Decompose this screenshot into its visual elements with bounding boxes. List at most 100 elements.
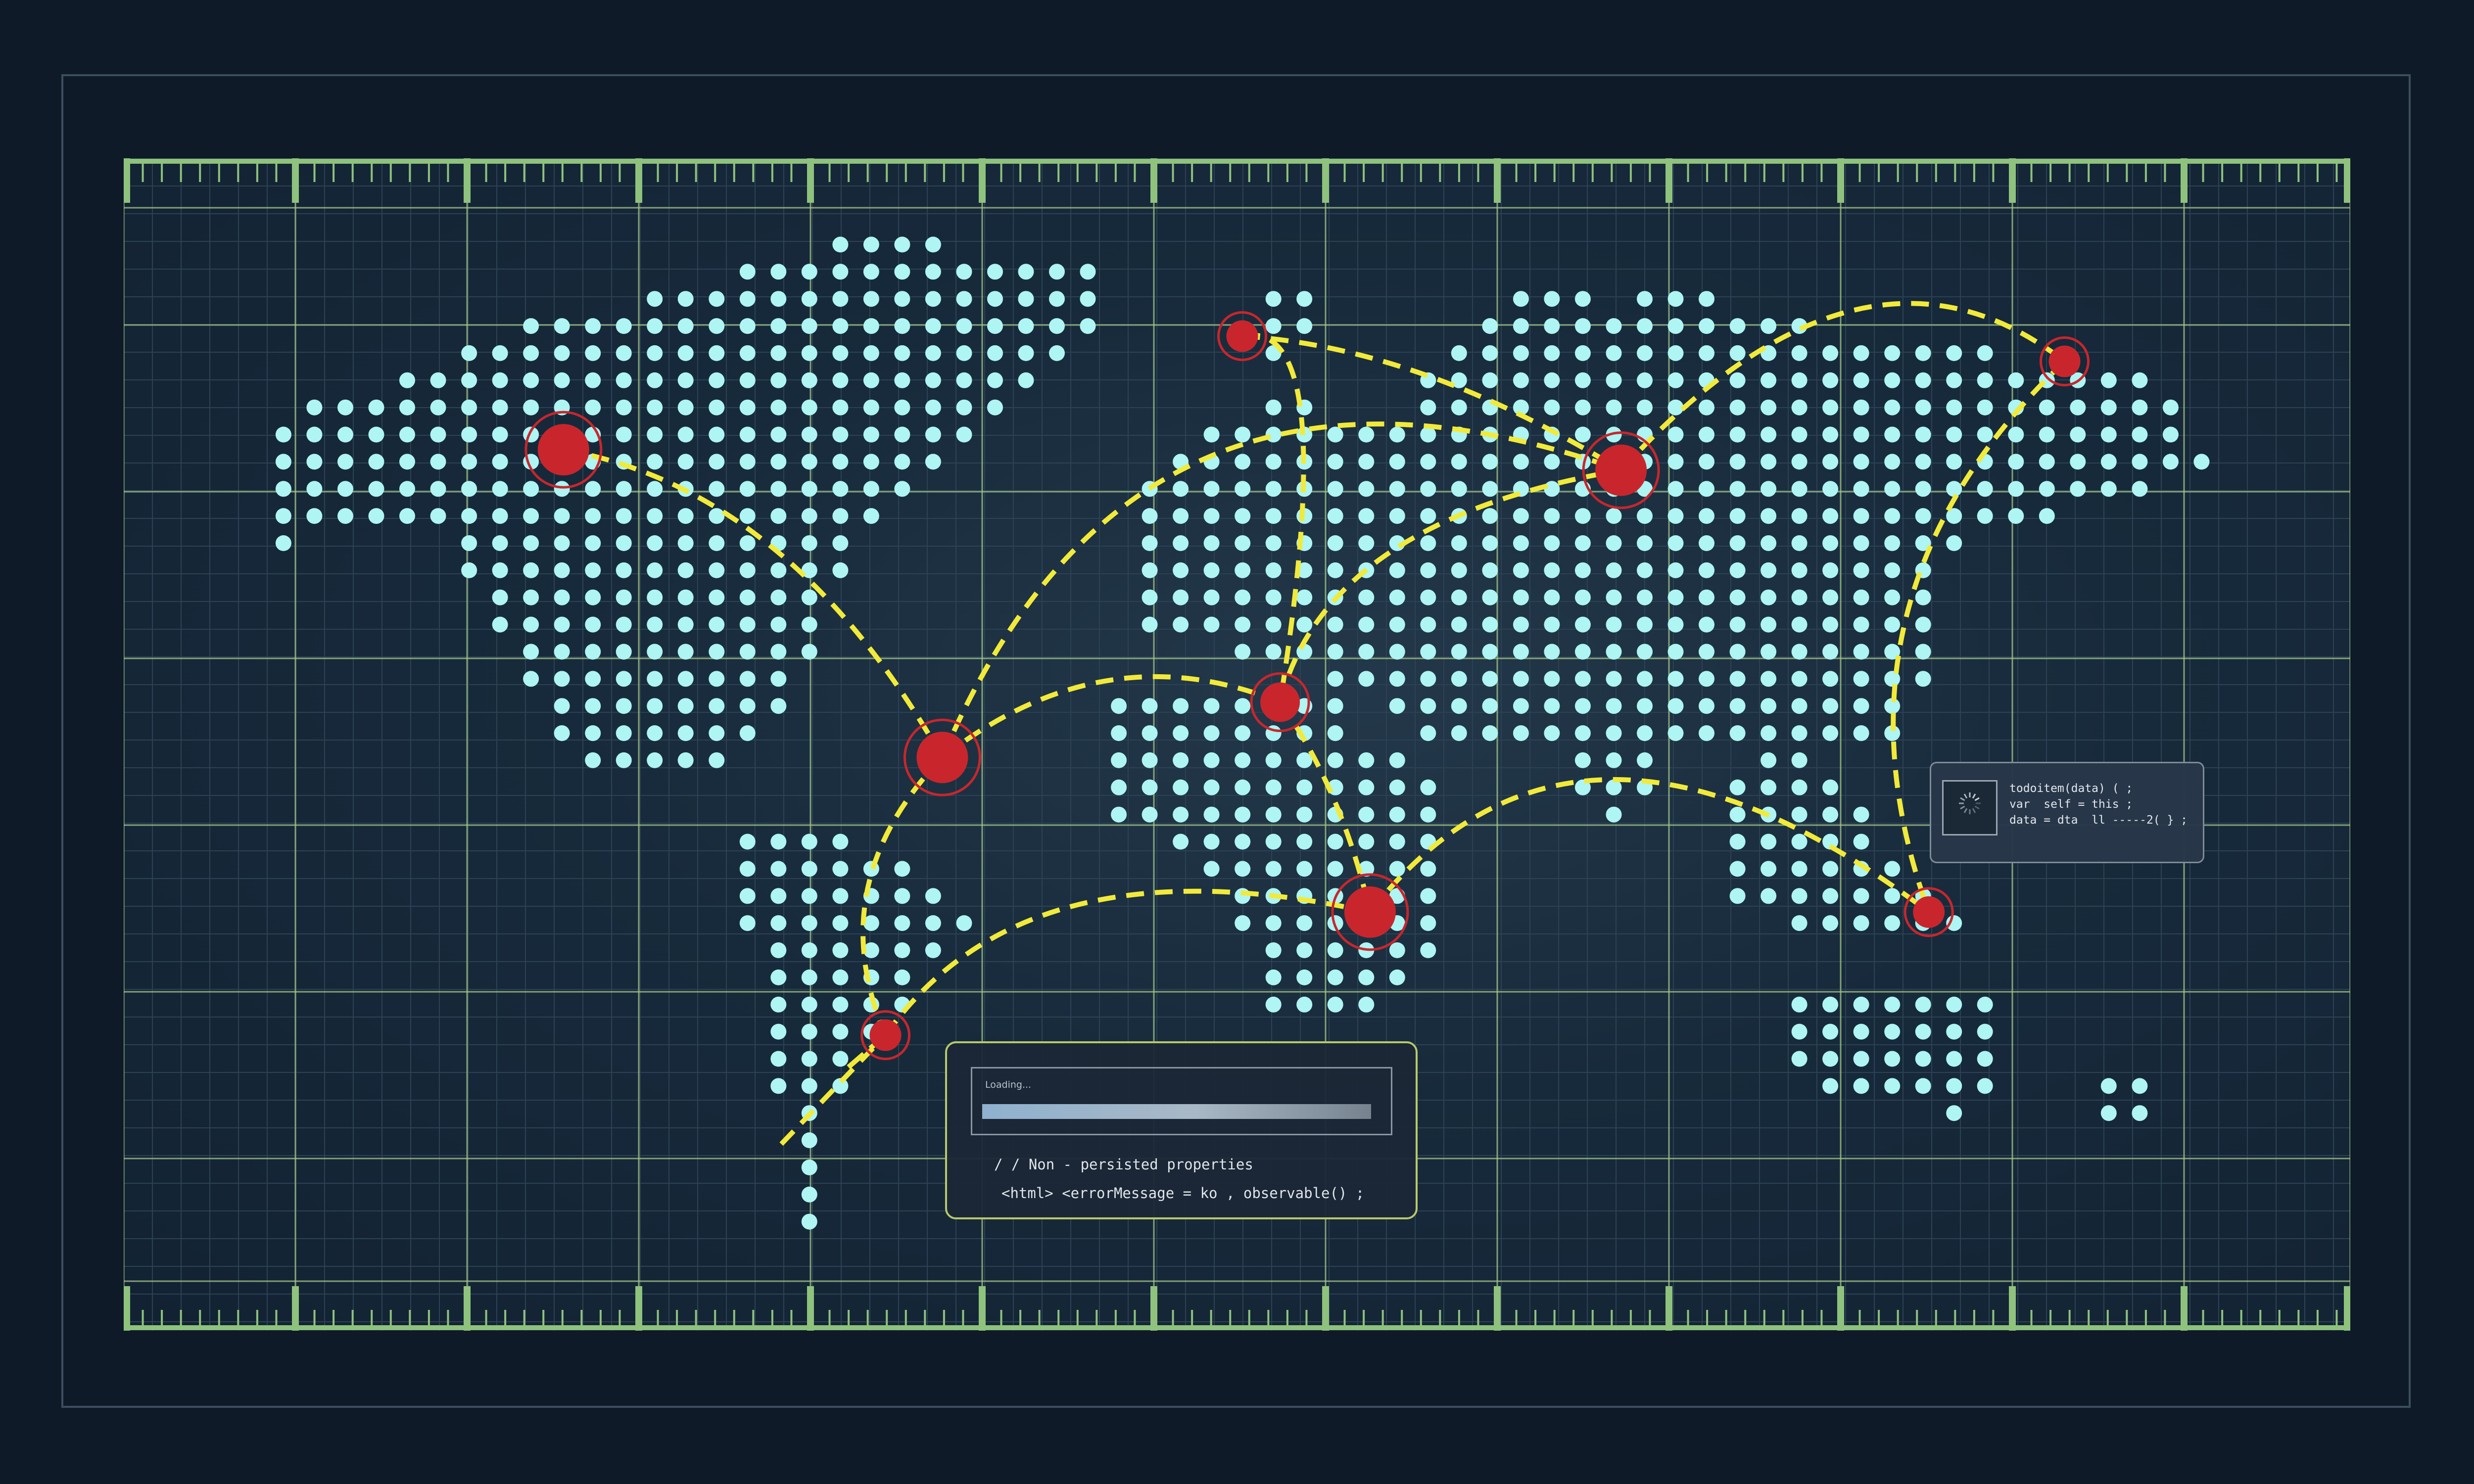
map-dot — [739, 915, 756, 931]
map-dot — [801, 616, 817, 633]
ruler-major-tick — [1837, 158, 1844, 203]
map-dot — [1544, 372, 1560, 388]
map-dot — [1173, 698, 1189, 714]
map-dot — [1606, 752, 1622, 768]
map-dot — [832, 996, 849, 1013]
map-dot — [1420, 779, 1436, 795]
map-dot — [2162, 399, 2179, 416]
map-dot — [1946, 996, 1962, 1013]
map-dot — [1574, 291, 1591, 307]
map-dot — [832, 291, 849, 307]
map-dot — [677, 508, 694, 524]
ruler-major-tick — [807, 1286, 814, 1331]
map-dot — [1235, 752, 1251, 768]
ruler-major-tick — [635, 1286, 642, 1331]
map-dot — [585, 481, 601, 497]
map-dot — [1667, 291, 1684, 307]
map-dot — [1977, 996, 1993, 1013]
map-dot — [1049, 345, 1065, 361]
map-dot — [1203, 535, 1220, 551]
map-dot — [554, 372, 570, 388]
map-dot — [1327, 969, 1343, 985]
map-dot — [2132, 372, 2148, 388]
map-dot — [1513, 372, 1529, 388]
map-dot — [1853, 1023, 1869, 1040]
map-dot — [1203, 779, 1220, 795]
spinner-tick — [1960, 797, 1965, 801]
loading-progress-fill — [982, 1104, 1371, 1119]
map-dot — [1915, 508, 1931, 524]
map-dot — [1884, 861, 1901, 877]
map-dot — [1791, 454, 1808, 470]
map-dot — [1265, 399, 1282, 416]
map-dot — [770, 644, 787, 660]
map-dot — [1606, 318, 1622, 334]
map-dot — [585, 671, 601, 687]
map-dot — [585, 318, 601, 334]
map-dot — [1420, 535, 1436, 551]
map-dot — [1235, 915, 1251, 931]
map-dot — [987, 318, 1003, 334]
map-dot — [1173, 616, 1189, 633]
map-dot — [1884, 888, 1901, 904]
map-dot — [1606, 562, 1622, 578]
map-dot — [709, 616, 725, 633]
map-dot — [554, 562, 570, 578]
map-dot — [1111, 698, 1127, 714]
map-dot — [1853, 1078, 1869, 1094]
map-dot — [2008, 426, 2024, 443]
map-dot — [1791, 806, 1808, 823]
map-dot — [894, 291, 910, 307]
map-dot — [801, 996, 817, 1013]
map-dot — [1946, 1051, 1962, 1067]
map-dot — [956, 264, 972, 280]
map-dot — [1327, 671, 1343, 687]
map-dot — [523, 508, 539, 524]
map-dot — [1420, 644, 1436, 660]
node-east-asia — [2040, 336, 2090, 387]
map-dot — [1606, 372, 1622, 388]
map-dot — [616, 562, 632, 578]
map-dot — [832, 264, 849, 280]
map-dot — [1667, 454, 1684, 470]
map-dot — [2162, 454, 2179, 470]
map-dot — [863, 372, 879, 388]
map-dot — [1327, 861, 1343, 877]
map-dot — [739, 454, 756, 470]
map-dot — [492, 589, 508, 605]
map-dot — [1235, 725, 1251, 742]
map-dot — [801, 644, 817, 660]
node-core — [1226, 320, 1258, 352]
ruler-major-tick — [292, 1286, 299, 1331]
ruler-major-tick — [979, 158, 986, 203]
map-dot — [863, 508, 879, 524]
map-dot — [1884, 481, 1901, 497]
ruler-major-tick — [1322, 158, 1329, 203]
spinner-tick — [1974, 797, 1980, 801]
map-dot — [1822, 644, 1839, 660]
map-dot — [616, 399, 632, 416]
map-dot — [956, 291, 972, 307]
map-dot — [956, 915, 972, 931]
map-dot — [1265, 454, 1282, 470]
map-dot — [1420, 454, 1436, 470]
map-dot — [1173, 752, 1189, 768]
map-dot — [1729, 399, 1746, 416]
map-dot — [677, 644, 694, 660]
map-dot — [1667, 372, 1684, 388]
map-dot — [1544, 291, 1560, 307]
map-dot — [306, 481, 323, 497]
map-dot — [1080, 291, 1096, 307]
map-dot — [399, 426, 415, 443]
map-dot — [1853, 481, 1869, 497]
map-dot — [1265, 318, 1282, 334]
map-dot — [1173, 779, 1189, 795]
map-dot — [1420, 481, 1436, 497]
map-dot — [1574, 752, 1591, 768]
map-dot — [1265, 779, 1282, 795]
map-dot — [1265, 861, 1282, 877]
map-dot — [1822, 779, 1839, 795]
map-dot — [863, 345, 879, 361]
map-dot — [801, 888, 817, 904]
map-dot — [647, 535, 663, 551]
